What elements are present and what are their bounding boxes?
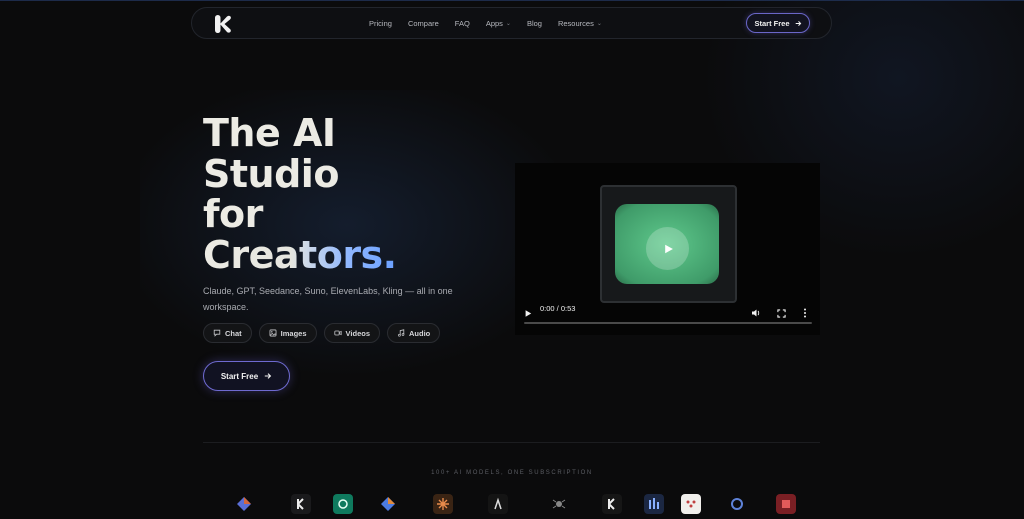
more-vertical-icon [804, 308, 806, 318]
fullscreen-button[interactable] [777, 305, 786, 323]
section-divider [203, 442, 820, 443]
chip-label: Videos [345, 328, 370, 338]
elevenlabs-logo-icon [644, 494, 664, 514]
claude-logo-icon [433, 494, 453, 514]
nav-link-pricing[interactable]: Pricing [369, 19, 392, 28]
hero-headline: The AI Studio for Creators. [203, 113, 397, 275]
nav-link-compare[interactable]: Compare [408, 19, 439, 28]
arrow-right-icon [795, 20, 801, 26]
nav-link-label: Pricing [369, 18, 392, 28]
arrow-right-icon [264, 373, 272, 379]
feature-chips: Chat Images Videos Audio [203, 323, 441, 343]
nav-links: Pricing Compare FAQ Apps ⌄ Blog Resources… [369, 8, 602, 38]
dots-logo-icon [681, 494, 701, 514]
nav-start-free-button[interactable]: Start Free [746, 13, 810, 33]
headline-line: Studio [203, 151, 339, 196]
nav-link-label: Blog [526, 18, 542, 28]
button-label: Start Free [754, 18, 790, 28]
gemini-alt-logo-icon [378, 494, 398, 514]
kling-logo-icon [291, 494, 311, 514]
hero-subtitle: Claude, GPT, Seedance, Suno, ElevenLabs,… [203, 286, 453, 312]
nav-link-label: Resources [557, 18, 594, 28]
nav-link-blog[interactable]: Blog [527, 19, 542, 28]
fullscreen-icon [777, 309, 786, 318]
headline-line: The AI [203, 111, 336, 155]
chat-icon [213, 329, 221, 337]
hero-start-free-button[interactable]: Start Free [203, 361, 290, 391]
spider-logo-icon [549, 494, 569, 514]
volume-button[interactable] [751, 305, 761, 323]
chip-images[interactable]: Images [258, 323, 317, 343]
play-overlay-button[interactable] [646, 227, 689, 270]
brand-logo[interactable] [212, 13, 234, 35]
chip-videos[interactable]: Videos [323, 323, 380, 343]
video-progress-bar[interactable] [524, 322, 812, 324]
red-logo-icon [776, 494, 796, 514]
chip-chat[interactable]: Chat [203, 323, 252, 343]
top-navbar: Pricing Compare FAQ Apps ⌄ Blog Resources… [191, 7, 832, 39]
chevron-down-icon: ⌄ [505, 20, 511, 27]
play-button[interactable] [524, 305, 532, 323]
video-icon [333, 330, 342, 336]
nav-link-apps[interactable]: Apps ⌄ [486, 19, 511, 28]
chip-audio[interactable]: Audio [387, 323, 441, 343]
chip-label: Chat [225, 328, 242, 338]
play-icon [525, 310, 532, 317]
models-caption: 100+ AI MODELS, ONE SUBSCRIPTION [431, 470, 593, 476]
video-time: 0:00 / 0:53 [540, 304, 576, 313]
button-label: Start Free [220, 371, 259, 381]
nav-link-faq[interactable]: FAQ [455, 19, 470, 28]
nav-link-label: FAQ [454, 18, 470, 28]
suno-logo-icon [488, 494, 508, 514]
play-icon [664, 244, 673, 253]
swirl-logo-icon [727, 494, 747, 514]
kling-alt-logo-icon [602, 494, 622, 514]
chip-label: Audio [409, 328, 431, 338]
nav-link-label: Apps [485, 18, 503, 28]
headline-line: for [203, 192, 263, 236]
openai-logo-icon [333, 494, 353, 514]
more-options-button[interactable] [803, 305, 807, 323]
nav-link-label: Compare [407, 18, 439, 28]
gemini-logo-icon [234, 494, 254, 514]
volume-icon [752, 309, 760, 317]
image-icon [269, 329, 277, 337]
chevron-down-icon: ⌄ [596, 20, 602, 27]
video-controls: 0:00 / 0:53 [515, 300, 820, 328]
nav-link-resources[interactable]: Resources ⌄ [558, 19, 602, 28]
headline-line-gradient: Creators. [203, 232, 397, 277]
music-icon [398, 329, 405, 337]
chip-label: Images [280, 328, 307, 338]
